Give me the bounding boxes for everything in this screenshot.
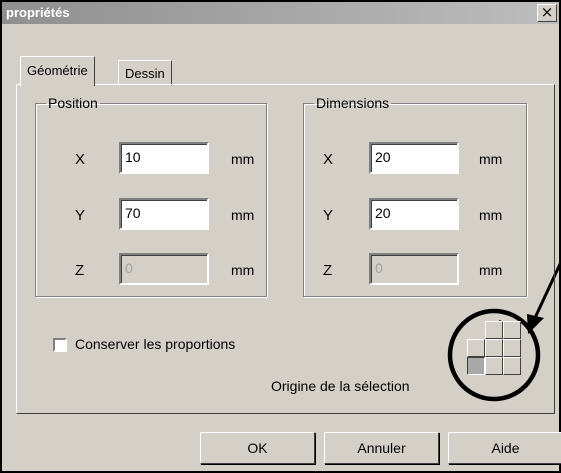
position-x-input[interactable]: 10 [119, 142, 209, 174]
position-z-unit: mm [231, 262, 255, 278]
dimensions-x-input[interactable]: 20 [369, 142, 459, 174]
origin-cell-center[interactable] [485, 339, 503, 357]
origin-cell-bottom-left[interactable] [467, 357, 485, 375]
dimensions-legend: Dimensions [316, 95, 390, 111]
position-y-input[interactable]: 70 [119, 198, 209, 230]
dimensions-z-unit: mm [479, 262, 503, 278]
position-x-unit: mm [231, 151, 255, 167]
origin-cell-middle-left[interactable] [467, 339, 485, 357]
title-bar: propriétés × [2, 2, 559, 24]
keep-proportions-checkbox[interactable] [53, 338, 67, 352]
position-y-unit: mm [231, 207, 255, 223]
help-button-label: Aide [491, 440, 520, 456]
ok-button-label: OK [247, 440, 268, 456]
geometry-panel: Position X 10 mm Y 70 mm Z 0 mm Dimensio… [16, 84, 555, 414]
keep-proportions-label: Conserver les proportions [75, 336, 236, 352]
dimensions-y-label: Y [323, 207, 334, 224]
dimensions-x-unit: mm [479, 151, 503, 167]
tab-dessin[interactable]: Dessin [118, 60, 172, 86]
tab-geometrie-label: Géométrie [27, 63, 88, 78]
dimensions-y-unit: mm [479, 207, 503, 223]
position-y-label: Y [75, 207, 86, 224]
window-title: propriétés [6, 5, 70, 20]
tab-dessin-label: Dessin [125, 66, 165, 81]
position-z-input: 0 [119, 253, 209, 285]
help-button[interactable]: Aide [448, 432, 561, 464]
dimensions-x-label: X [323, 151, 334, 168]
position-legend: Position [48, 95, 98, 111]
tab-geometrie[interactable]: Géométrie [20, 56, 95, 86]
origin-cell-bottom-middle[interactable] [485, 357, 503, 375]
ok-button[interactable]: OK [200, 432, 315, 464]
cancel-button[interactable]: Annuler [324, 432, 439, 464]
cancel-button-label: Annuler [357, 440, 406, 456]
origin-cell-middle-right[interactable] [503, 339, 521, 357]
close-icon: × [540, 3, 554, 21]
position-x-label: X [75, 151, 86, 168]
close-button[interactable]: × [537, 4, 557, 22]
origin-cell-top-right[interactable] [503, 321, 521, 339]
origin-cell-bottom-right[interactable] [503, 357, 521, 375]
dimensions-y-input[interactable]: 20 [369, 198, 459, 230]
properties-dialog: propriétés × Géométrie Dessin Position X… [0, 0, 561, 473]
position-z-label: Z [75, 262, 85, 279]
dimensions-z-label: Z [323, 262, 333, 279]
dimensions-z-input: 0 [369, 253, 459, 285]
origin-label: Origine de la sélection [271, 378, 410, 394]
origin-cell-top-middle[interactable] [485, 321, 503, 339]
